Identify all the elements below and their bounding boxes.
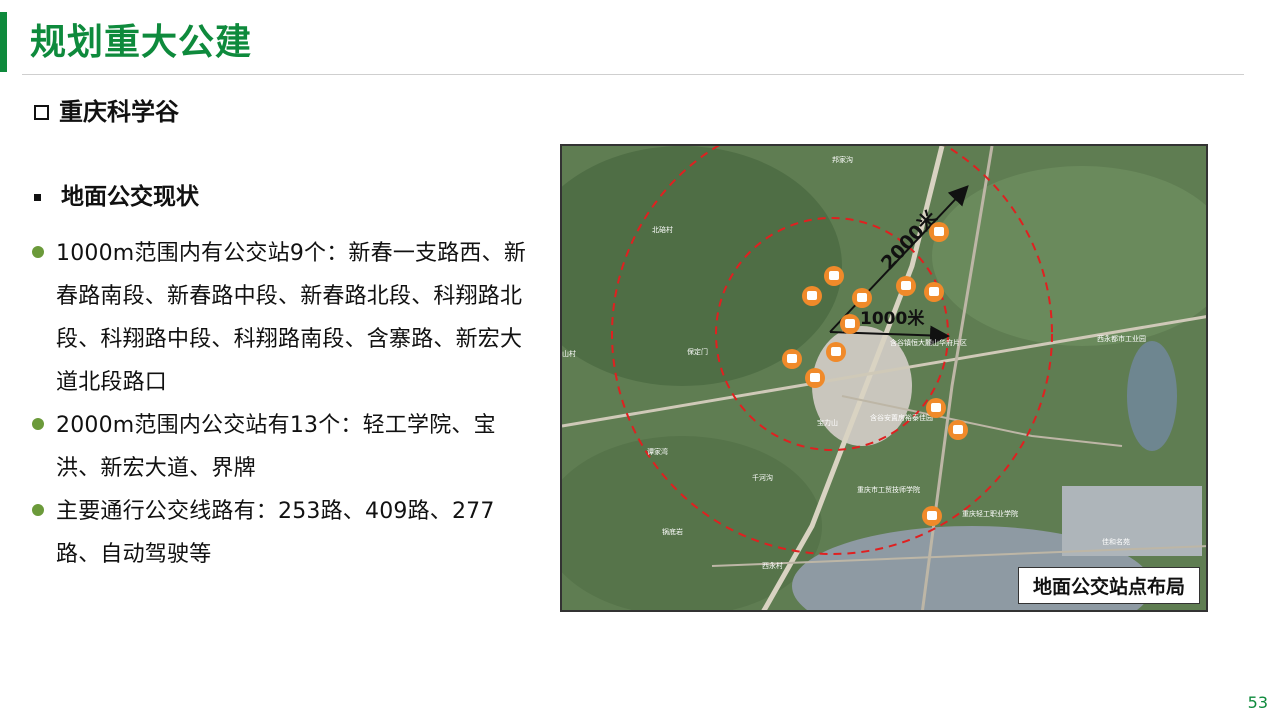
map-graphic: 2000米 1000米 邦家沟 北碚村 山村 保定门 含谷镇恒大麓山华府片区 西…	[562, 146, 1206, 610]
label-1000m: 1000米	[860, 308, 925, 329]
bus-stop-icon	[824, 266, 844, 286]
list-item-text: 主要通行公交线路有：253路、409路、277路、自动驾驶等	[56, 499, 495, 567]
square-bullet-icon	[34, 193, 41, 201]
place-label: 佳和名苑	[1102, 537, 1130, 546]
place-label: 北碚村	[652, 225, 673, 234]
place-label: 西永村	[762, 561, 783, 570]
bus-stop-icon	[852, 288, 872, 308]
bus-stop-icon	[896, 276, 916, 296]
bus-stop-icon	[805, 368, 825, 388]
urban-block	[1062, 486, 1202, 556]
subtitle-text: 重庆科学谷	[59, 98, 179, 126]
place-label: 宝力山	[817, 418, 838, 427]
list-item: 1000m范围内有公交站9个：新春一支路西、新春路南段、新春路中段、新春路北段、…	[32, 232, 532, 404]
lake	[1127, 341, 1177, 451]
bus-stop-icon	[922, 506, 942, 526]
list-item-text: 2000m范围内公交站有13个：轻工学院、宝洪、新宏大道、界牌	[56, 413, 496, 481]
section-heading: 地面公交现状	[34, 180, 199, 214]
place-label: 西永都市工业园	[1097, 334, 1146, 343]
bullet-dot-icon	[32, 504, 44, 516]
subtitle: 重庆科学谷	[34, 94, 179, 130]
page-title: 规划重大公建	[30, 21, 253, 63]
bus-stop-icon	[924, 282, 944, 302]
list-item: 主要通行公交线路有：253路、409路、277路、自动驾驶等	[32, 490, 532, 576]
place-label: 千河沟	[752, 473, 773, 482]
place-label: 含谷安置房裕泰佳园	[870, 413, 933, 422]
place-label: 谭家湾	[647, 447, 668, 456]
place-label: 保定门	[687, 347, 708, 356]
place-label: 重庆轻工职业学院	[962, 509, 1018, 518]
title-accent-bar	[0, 12, 7, 72]
map-caption: 地面公交站点布局	[1017, 567, 1200, 604]
bus-stop-icon	[782, 349, 802, 369]
bus-stop-icon	[840, 314, 860, 334]
list-item-text: 1000m范围内有公交站9个：新春一支路西、新春路南段、新春路中段、新春路北段、…	[56, 241, 527, 395]
list-item: 2000m范围内公交站有13个：轻工学院、宝洪、新宏大道、界牌	[32, 404, 532, 490]
bullet-list: 1000m范围内有公交站9个：新春一支路西、新春路南段、新春路中段、新春路北段、…	[32, 232, 532, 576]
bus-stop-icon	[826, 342, 846, 362]
bullet-dot-icon	[32, 418, 44, 430]
bus-stop-icon	[929, 222, 949, 242]
bus-stop-icon	[926, 398, 946, 418]
checkbox-icon	[34, 104, 49, 120]
place-label: 含谷镇恒大麓山华府片区	[890, 338, 967, 347]
place-label: 山村	[562, 349, 576, 358]
bus-stop-icon	[948, 420, 968, 440]
section-heading-text: 地面公交现状	[61, 184, 199, 210]
bullet-dot-icon	[32, 246, 44, 258]
bus-stop-icon	[802, 286, 822, 306]
title-divider	[22, 74, 1244, 75]
place-label: 锅底岩	[662, 527, 683, 536]
page-number: 53	[1247, 693, 1268, 712]
place-label: 邦家沟	[832, 155, 853, 164]
bus-stop-map: 2000米 1000米 邦家沟 北碚村 山村 保定门 含谷镇恒大麓山华府片区 西…	[560, 144, 1208, 612]
place-label: 重庆市工贸技师学院	[857, 485, 920, 494]
